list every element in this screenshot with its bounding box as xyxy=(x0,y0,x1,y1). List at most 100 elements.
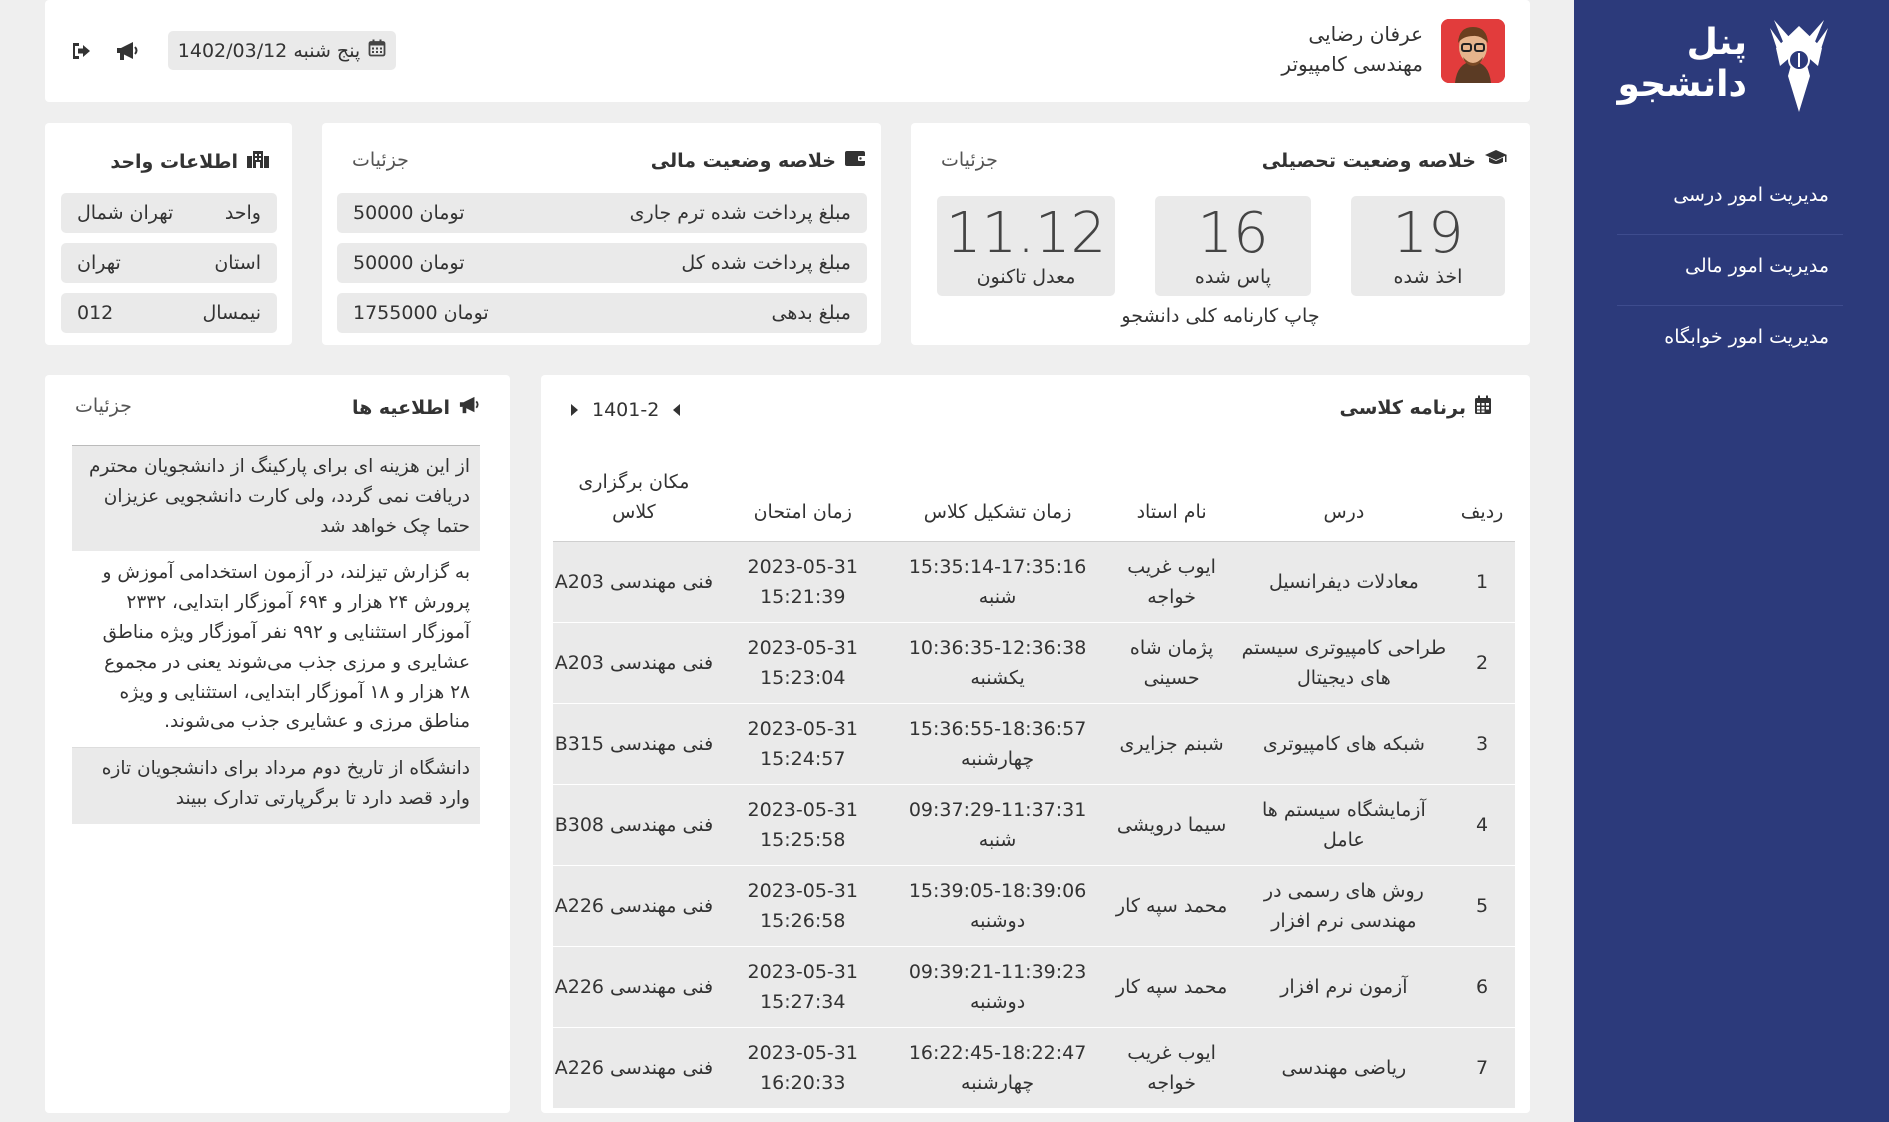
schedule-header-row: ردیف درس نام استاد زمان تشکیل کلاس زمان … xyxy=(553,459,1515,542)
cell-location: فنی مهندسی A203 xyxy=(553,541,715,623)
academic-summary-label: خلاصه وضعیت تحصیلی xyxy=(1261,149,1476,172)
cell-location: فنی مهندسی A226 xyxy=(553,1027,715,1109)
unit-row-value: تهران شمال xyxy=(77,202,174,224)
financial-row-term-paid: مبلغ پرداخت شده ترم جاری تومان 50000 xyxy=(337,193,867,233)
unit-row-label: استان xyxy=(214,252,261,274)
financial-row-total-paid: مبلغ پرداخت شده کل تومان 50000 xyxy=(337,243,867,283)
user-avatar[interactable] xyxy=(1441,19,1505,83)
unit-row-value: 012 xyxy=(77,302,114,324)
sidebar-item-courses[interactable]: مدیریت امور درسی xyxy=(1617,164,1843,235)
stat-gpa-value: 11.12 xyxy=(945,201,1107,266)
cell-class-time: 09:37:29-11:37:31 شنبه xyxy=(890,784,1105,866)
building-icon xyxy=(246,149,270,174)
chevron-right-icon[interactable] xyxy=(571,404,578,416)
date-badge: پنج شنبه 1402/03/12 xyxy=(168,31,396,70)
announcements-details-link[interactable]: جزئیات xyxy=(75,395,132,417)
table-row: 7 ریاضی مهندسی ایوب غریب خواجه 16:22:45-… xyxy=(553,1027,1515,1109)
cell-index: 7 xyxy=(1449,1027,1515,1109)
print-transcript-link[interactable]: چاپ کارنامه کلی دانشجو xyxy=(911,305,1530,327)
column-header-exam-time: زمان امتحان xyxy=(714,459,891,542)
calendar-icon xyxy=(368,39,386,62)
table-row: 5 روش های رسمی در مهندسی نرم افزار محمد … xyxy=(553,865,1515,947)
megaphone-icon[interactable] xyxy=(114,38,140,64)
top-bar: عرفان رضایی مهندسی کامپیوتر پنج شنبه 140… xyxy=(45,0,1530,102)
cell-course: آزمون نرم افزار xyxy=(1238,946,1450,1028)
chevron-left-icon[interactable] xyxy=(673,404,681,416)
sidebar-nav: مدیریت امور درسی مدیریت امور مالی مدیریت… xyxy=(1617,164,1843,377)
financial-row-value: تومان 50000 xyxy=(353,202,465,224)
cell-class-time: 15:39:05-18:39:06 دوشنبه xyxy=(890,865,1105,947)
cell-exam-time: 2023-05-31 15:26:58 xyxy=(714,865,891,947)
unit-info-label: اطلاعات واحد xyxy=(110,150,238,173)
wallet-icon xyxy=(844,149,866,172)
cell-index: 6 xyxy=(1449,946,1515,1028)
cell-instructor: شبنم جزایری xyxy=(1104,703,1239,785)
unit-info-card: اطلاعات واحد واحد تهران شمال استان تهران… xyxy=(45,123,292,345)
academic-summary-title: خلاصه وضعیت تحصیلی xyxy=(1262,149,1508,172)
cell-course: طراحی کامپیوتری سیستم های دیجیتال xyxy=(1238,622,1450,704)
cell-exam-time: 2023-05-31 15:21:39 xyxy=(714,541,891,623)
graduation-cap-icon xyxy=(1484,149,1508,172)
financial-row-value: تومان 50000 xyxy=(353,252,465,274)
column-header-class-time: زمان تشکیل کلاس xyxy=(890,459,1105,542)
cell-index: 2 xyxy=(1449,622,1515,704)
current-date: پنج شنبه 1402/03/12 xyxy=(177,39,361,62)
cell-index: 4 xyxy=(1449,784,1515,866)
announcement-item[interactable]: به گزارش تیزلند، در آزمون استخدامی آموزش… xyxy=(72,552,480,749)
cell-course: ریاضی مهندسی xyxy=(1238,1027,1450,1109)
cell-instructor: پژمان شاه حسینی xyxy=(1104,622,1239,704)
cell-location: فنی مهندسی A203 xyxy=(553,622,715,704)
announcement-item[interactable]: از این هزینه ای برای پارکینگ از دانشجویا… xyxy=(72,446,480,553)
term-label: 1401-2 xyxy=(592,399,660,421)
cell-index: 1 xyxy=(1449,541,1515,623)
unit-row-label: نیمسال xyxy=(202,302,261,324)
sidebar-item-dormitory[interactable]: مدیریت امور خوابگاه xyxy=(1617,306,1843,377)
sidebar-item-financial[interactable]: مدیریت امور مالی xyxy=(1617,235,1843,306)
cell-index: 5 xyxy=(1449,865,1515,947)
announcements-title: اطلاعیه ها xyxy=(352,395,480,420)
calendar-grid-icon xyxy=(1474,395,1492,420)
financial-row-debt: مبلغ بدهی تومان 1755000 xyxy=(337,293,867,333)
stat-gpa-label: معدل تاکنون xyxy=(976,266,1076,288)
logout-icon[interactable] xyxy=(67,38,93,64)
cell-class-time: 10:36:35-12:36:38 یکشنبه xyxy=(890,622,1105,704)
financial-details-link[interactable]: جزئیات xyxy=(352,149,409,171)
stat-taken-label: اخذ شده xyxy=(1393,266,1463,288)
brand-line-2: دانشجو xyxy=(1617,64,1747,105)
cell-exam-time: 2023-05-31 15:25:58 xyxy=(714,784,891,866)
financial-row-label: مبلغ بدهی xyxy=(771,302,851,324)
announcement-item[interactable]: دانشگاه از تاریخ دوم مرداد برای دانشجویا… xyxy=(72,748,480,825)
cell-class-time: 15:35:14-17:35:16 شنبه xyxy=(890,541,1105,623)
column-header-location: مکان برگزاری کلاس xyxy=(553,459,715,542)
column-header-index: ردیف xyxy=(1449,459,1515,542)
cell-course: معادلات دیفرانسیل xyxy=(1238,541,1450,623)
stat-passed-value: 16 xyxy=(1197,201,1269,266)
user-name: عرفان رضایی xyxy=(1308,22,1423,46)
announcements-label: اطلاعیه ها xyxy=(351,396,450,419)
financial-row-label: مبلغ پرداخت شده ترم جاری xyxy=(629,202,851,224)
university-logo xyxy=(1766,20,1832,118)
unit-row-label: واحد xyxy=(224,202,261,224)
cell-location: فنی مهندسی B315 xyxy=(553,703,715,785)
cell-instructor: ایوب غریب خواجه xyxy=(1104,1027,1239,1109)
cell-course: آزمایشگاه سیستم ها عامل xyxy=(1238,784,1450,866)
cell-course: شبکه های کامپیوتری xyxy=(1238,703,1450,785)
unit-row-branch: واحد تهران شمال xyxy=(61,193,277,233)
table-row: 1 معادلات دیفرانسیل ایوب غریب خواجه 15:3… xyxy=(553,541,1515,623)
class-schedule-label: برنامه کلاسی xyxy=(1339,396,1466,419)
financial-summary-label: خلاصه وضعیت مالی xyxy=(650,149,836,172)
cell-exam-time: 2023-05-31 15:23:04 xyxy=(714,622,891,704)
brand-line-1: پنل xyxy=(1686,22,1747,63)
financial-summary-card: خلاصه وضعیت مالی جزئیات مبلغ پرداخت شده … xyxy=(322,123,881,345)
unit-info-title: اطلاعات واحد xyxy=(110,149,270,174)
stat-gpa: 11.12 معدل تاکنون xyxy=(937,196,1115,296)
cell-index: 3 xyxy=(1449,703,1515,785)
unit-row-province: استان تهران xyxy=(61,243,277,283)
unit-row-semester: نیمسال 012 xyxy=(61,293,277,333)
academic-details-link[interactable]: جزئیات xyxy=(941,149,998,171)
cell-class-time: 15:36:55-18:36:57 چهارشنبه xyxy=(890,703,1105,785)
table-row: 2 طراحی کامپیوتری سیستم های دیجیتال پژما… xyxy=(553,622,1515,704)
term-pager: 1401-2 xyxy=(571,399,681,421)
class-schedule-card: برنامه کلاسی 1401-2 ردیف درس نام استاد ز… xyxy=(541,375,1530,1113)
table-row: 6 آزمون نرم افزار محمد سپه کار 09:39:21-… xyxy=(553,946,1515,1028)
